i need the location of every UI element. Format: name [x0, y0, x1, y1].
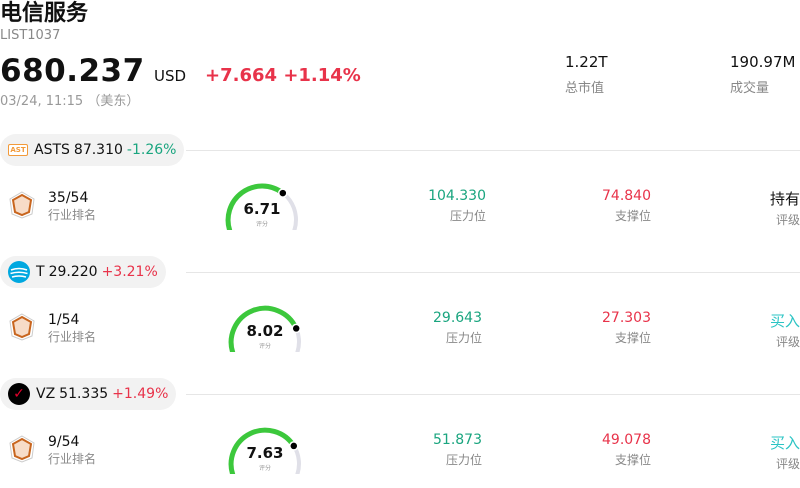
stock-pill[interactable]: ✓ VZ 51.335 +1.49%	[0, 378, 177, 410]
rating-label: 评级	[775, 335, 800, 349]
market-cap-label: 总市值	[565, 81, 605, 96]
support-value: 74.840	[602, 188, 651, 204]
change-percent: +1.14%	[283, 65, 361, 86]
rank-icon	[8, 434, 36, 468]
score-gauge: 7.63 评分	[225, 422, 309, 474]
support-label: 支撑位	[614, 331, 651, 345]
stock-change: -1.26%	[126, 142, 177, 158]
verizon-check-icon: ✓	[8, 383, 30, 405]
rating: 持有 评级	[770, 188, 800, 228]
currency-label: USD	[154, 67, 187, 85]
timestamp: 03/24, 11:15 （美东）	[0, 94, 140, 109]
resistance-value: 29.643	[433, 310, 482, 326]
section-divider	[186, 150, 800, 151]
rank-value: 1/54	[48, 312, 80, 328]
stock-ticker: ASTS	[34, 142, 70, 158]
volume-value: 190.97M	[730, 53, 796, 71]
score-value: 8.02	[246, 322, 284, 340]
resistance-level: 29.643 压力位	[433, 310, 482, 346]
section-divider	[186, 272, 800, 273]
resistance-label: 压力位	[445, 331, 482, 345]
rank-icon	[8, 190, 36, 224]
asts-logo-icon: AST	[8, 144, 28, 156]
support-value: 49.078	[602, 432, 651, 448]
stock-price: 51.335	[59, 386, 109, 402]
rank-label: 行业排名	[48, 208, 97, 222]
rank-value: 35/54	[48, 190, 89, 206]
resistance-level: 51.873 压力位	[433, 432, 482, 468]
price-change: +7.664 +1.14%	[205, 65, 361, 86]
stock-ticker: T	[36, 264, 45, 280]
stock-pill[interactable]: AST ASTS 87.310 -1.26%	[0, 134, 185, 166]
market-cap-value: 1.22T	[565, 53, 608, 71]
support-value: 27.303	[602, 310, 651, 326]
rating: 买入 评级	[770, 310, 800, 350]
rank-label: 行业排名	[48, 452, 97, 466]
stock-price: 87.310	[73, 142, 123, 158]
resistance-label: 压力位	[449, 209, 486, 223]
rank-value: 9/54	[48, 434, 80, 450]
section-divider	[186, 394, 800, 395]
rating-value: 持有	[769, 190, 800, 208]
stock-change: +3.21%	[101, 264, 158, 280]
support-label: 支撑位	[614, 209, 651, 223]
resistance-level: 104.330 压力位	[428, 188, 486, 224]
resistance-value: 51.873	[433, 432, 482, 448]
score-label: 评分	[255, 221, 268, 228]
industry-rank: 1/54 行业排名	[48, 312, 96, 345]
support-level: 49.078 支撑位	[602, 432, 651, 468]
stock-ticker: VZ	[36, 386, 56, 402]
gauge-marker	[278, 188, 288, 198]
stock-price: 29.220	[48, 264, 98, 280]
market-cap-stat: 1.22T 总市值	[565, 53, 608, 96]
support-level: 74.840 支撑位	[602, 188, 651, 224]
volume-stat: 190.97M 成交量	[730, 53, 795, 96]
rating: 买入 评级	[770, 432, 800, 472]
volume-label: 成交量	[730, 81, 770, 96]
score-value: 7.63	[246, 444, 284, 462]
industry-rank: 9/54 行业排名	[48, 434, 96, 467]
score-gauge: 6.71 评分	[222, 178, 306, 230]
index-price: 680.237	[0, 53, 145, 89]
score-gauge: 8.02 评分	[225, 300, 309, 352]
rank-icon	[8, 312, 36, 346]
rating-value: 买入	[769, 312, 800, 330]
rating-label: 评级	[775, 213, 800, 227]
resistance-label: 压力位	[445, 453, 482, 467]
stock-change: +1.49%	[112, 386, 169, 402]
score-value: 6.71	[243, 200, 281, 218]
rank-label: 行业排名	[48, 330, 97, 344]
industry-rank: 35/54 行业排名	[48, 190, 96, 223]
att-globe-icon	[8, 261, 30, 283]
list-code: LIST1037	[0, 28, 61, 43]
support-level: 27.303 支撑位	[602, 310, 651, 346]
rating-value: 买入	[769, 434, 800, 452]
resistance-value: 104.330	[428, 188, 486, 204]
stock-pill[interactable]: T 29.220 +3.21%	[0, 256, 166, 288]
support-label: 支撑位	[614, 453, 651, 467]
page-title: 电信服务	[0, 1, 89, 26]
score-label: 评分	[258, 343, 271, 350]
rating-label: 评级	[775, 457, 800, 471]
change-value: +7.664	[205, 65, 278, 86]
score-label: 评分	[258, 465, 271, 472]
